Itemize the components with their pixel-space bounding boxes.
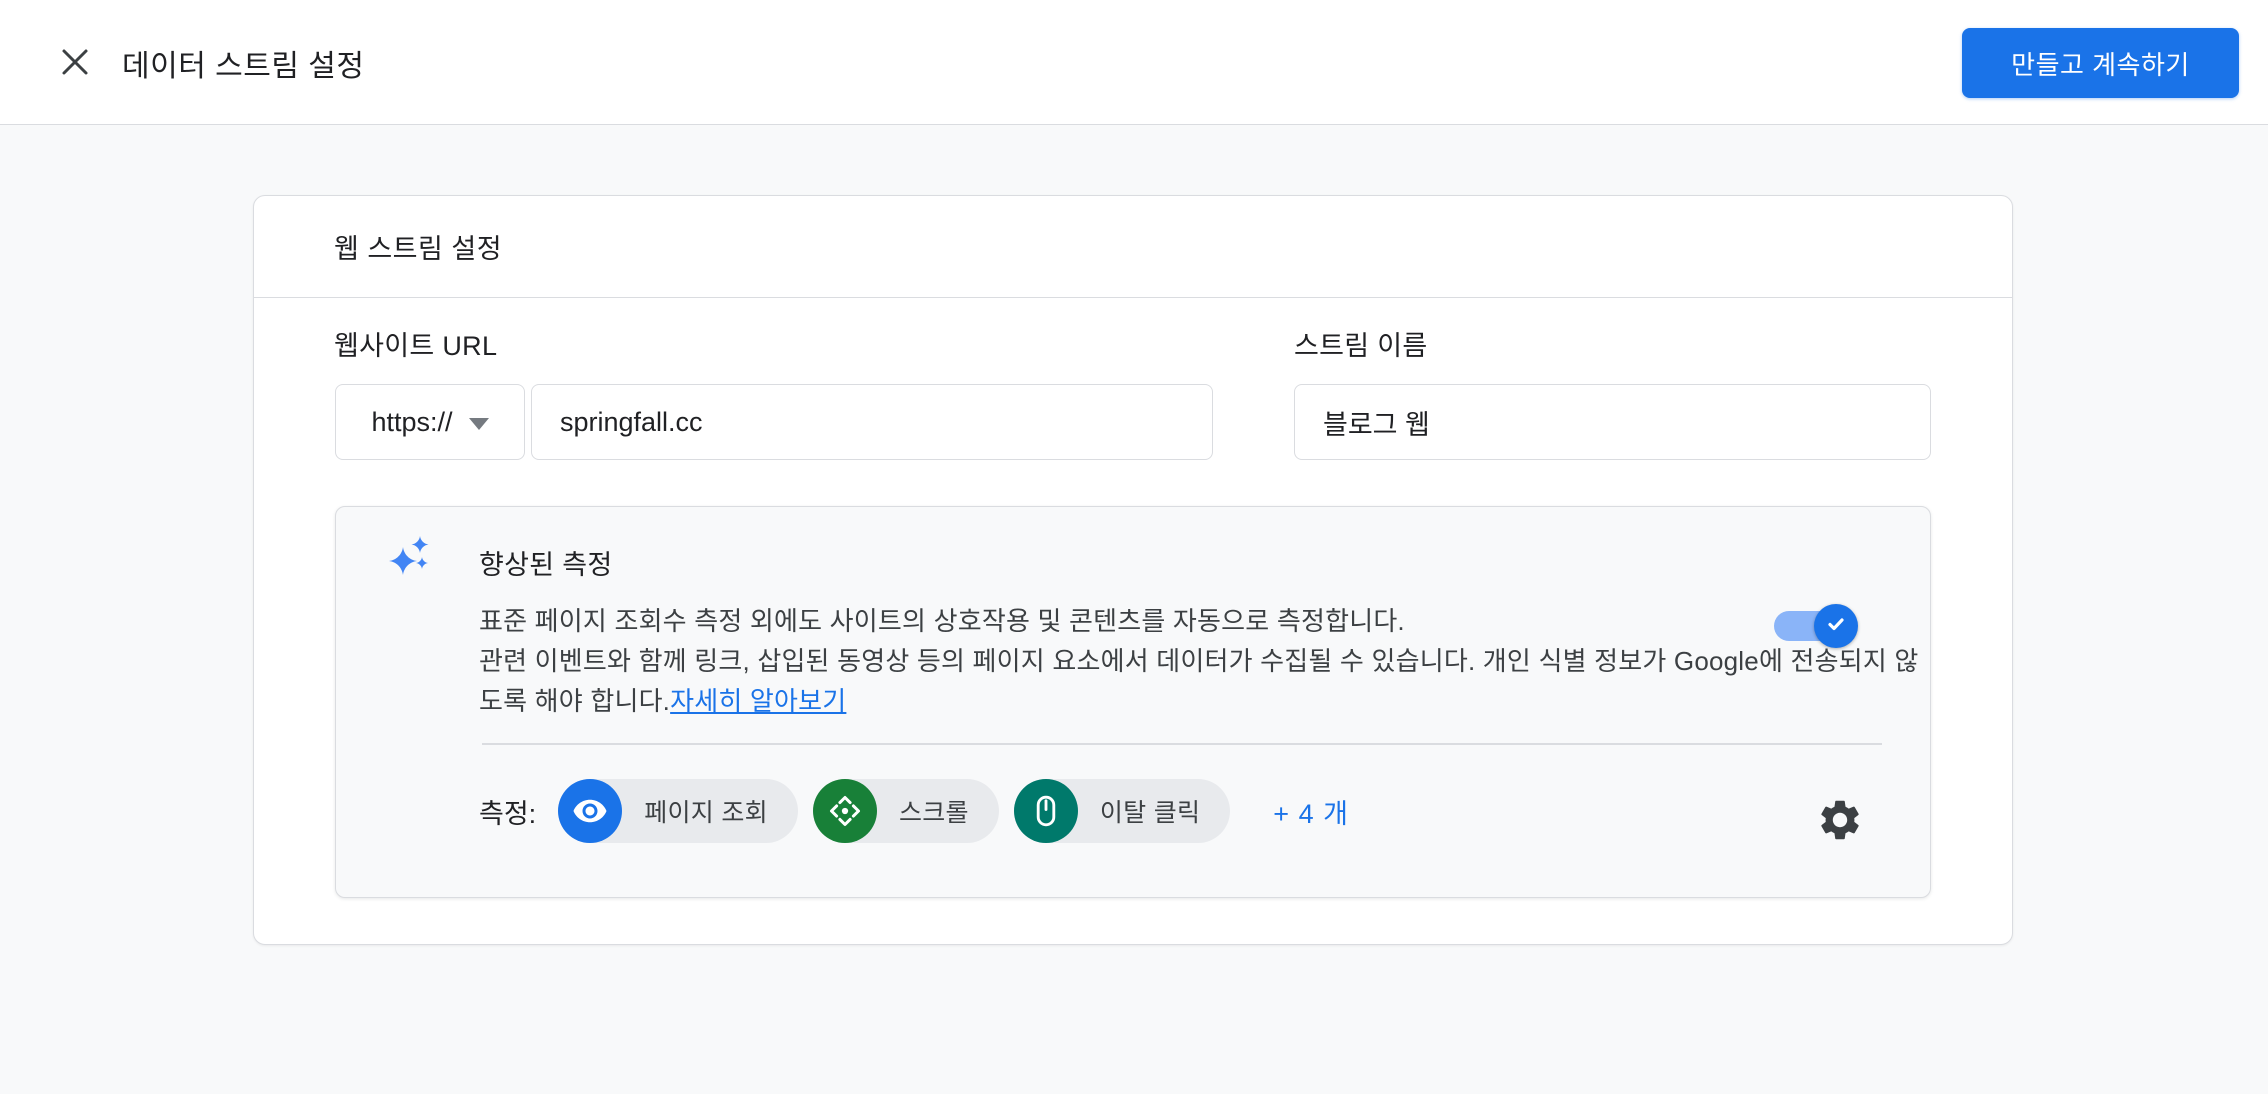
chevron-down-icon bbox=[469, 418, 489, 430]
enhanced-measurement-description: 표준 페이지 조회수 측정 외에도 사이트의 상호작용 및 콘텐츠를 자동으로 … bbox=[479, 601, 1919, 721]
measurement-settings-button[interactable] bbox=[1814, 795, 1866, 847]
top-bar: 데이터 스트림 설정 만들고 계속하기 bbox=[0, 0, 2268, 125]
stream-name-label: 스트림 이름 bbox=[1294, 324, 1428, 363]
chip-page-view: 페이지 조회 bbox=[558, 779, 798, 843]
website-url-label: 웹사이트 URL bbox=[334, 324, 497, 363]
chip-label: 페이지 조회 bbox=[622, 793, 798, 829]
web-stream-card: 웹 스트림 설정 웹사이트 URL 스트림 이름 https:// 향상된 측정… bbox=[253, 195, 2013, 945]
gear-icon bbox=[1816, 796, 1864, 847]
enhanced-measurement-panel: 향상된 측정 표준 페이지 조회수 측정 외에도 사이트의 상호작용 및 콘텐츠… bbox=[335, 506, 1931, 898]
website-url-input[interactable] bbox=[531, 384, 1213, 460]
protocol-select[interactable]: https:// bbox=[335, 384, 525, 460]
card-title: 웹 스트림 설정 bbox=[254, 196, 2012, 298]
more-measurements-link[interactable]: + 4 개 bbox=[1273, 792, 1349, 831]
divider bbox=[482, 743, 1882, 745]
description-line-1: 표준 페이지 조회수 측정 외에도 사이트의 상호작용 및 콘텐츠를 자동으로 … bbox=[479, 601, 1919, 641]
eye-icon bbox=[558, 779, 622, 843]
close-icon bbox=[56, 43, 94, 84]
scroll-icon bbox=[813, 779, 877, 843]
measurement-chips-row: 측정: 페이지 조회 bbox=[479, 779, 1879, 843]
enhanced-measurement-title: 향상된 측정 bbox=[479, 543, 613, 582]
measure-label: 측정: bbox=[479, 792, 536, 831]
create-and-continue-button[interactable]: 만들고 계속하기 bbox=[1962, 28, 2239, 98]
protocol-selected-value: https:// bbox=[371, 407, 452, 438]
description-line-3: 도록 해야 합니다.자세히 알아보기 bbox=[479, 681, 1919, 721]
page-title: 데이터 스트림 설정 bbox=[122, 0, 364, 125]
toggle-thumb bbox=[1814, 604, 1858, 648]
chip-label: 이탈 클릭 bbox=[1078, 793, 1230, 829]
check-icon bbox=[1822, 610, 1850, 643]
chip-outbound-click: 이탈 클릭 bbox=[1014, 779, 1230, 843]
chip-scroll: 스크롤 bbox=[813, 779, 999, 843]
data-stream-setup-dialog: 데이터 스트림 설정 만들고 계속하기 웹 스트림 설정 웹사이트 URL 스트… bbox=[0, 0, 2268, 1094]
chip-label: 스크롤 bbox=[877, 793, 999, 829]
close-button[interactable] bbox=[50, 38, 100, 88]
enhanced-measurement-toggle[interactable] bbox=[1774, 611, 1852, 641]
mouse-icon bbox=[1014, 779, 1078, 843]
sparkle-icon bbox=[388, 533, 434, 584]
learn-more-link[interactable]: 자세히 알아보기 bbox=[670, 686, 846, 716]
description-line-2: 관련 이벤트와 함께 링크, 삽입된 동영상 등의 페이지 요소에서 데이터가 … bbox=[479, 641, 1919, 681]
stream-name-input[interactable] bbox=[1294, 384, 1931, 460]
